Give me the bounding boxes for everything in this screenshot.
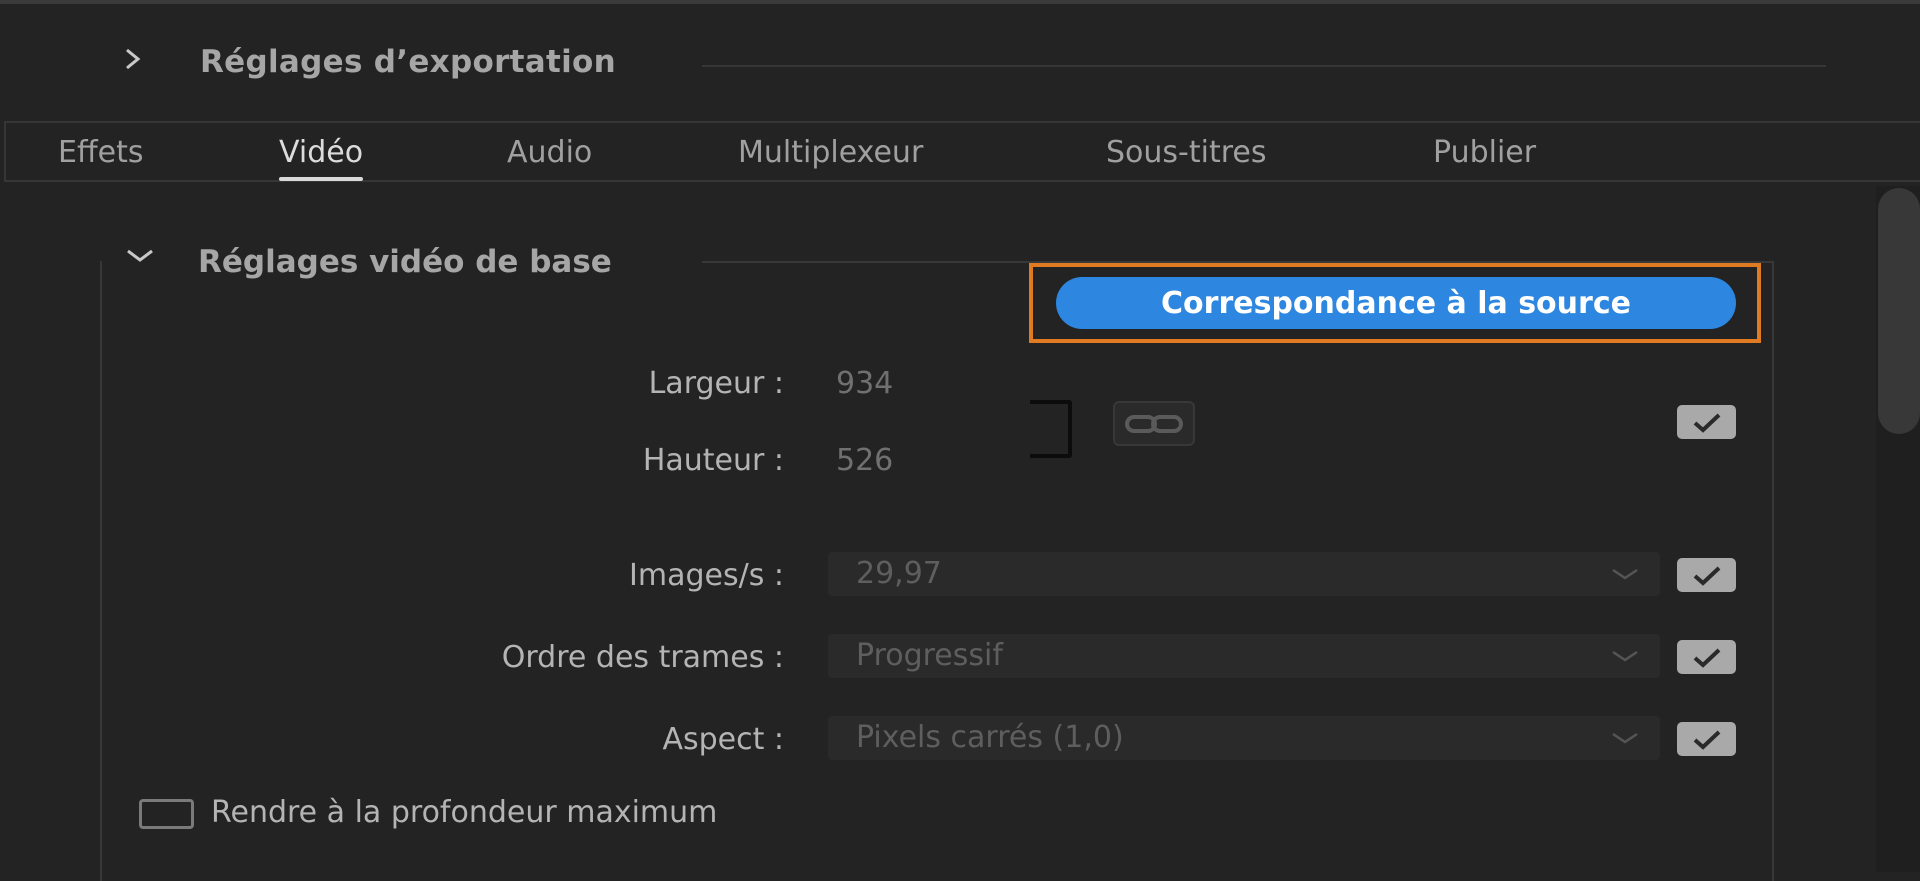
chevron-down-icon [1612, 732, 1638, 744]
width-label: Largeur : [648, 366, 784, 401]
checkmark-icon [1693, 730, 1720, 750]
width-value[interactable]: 934 [836, 366, 893, 401]
aspect-dropdown[interactable]: Pixels carrés (1,0) [828, 716, 1660, 760]
frame-rate-value: 29,97 [856, 556, 942, 591]
tab-video[interactable]: Vidéo [279, 135, 364, 181]
constrain-proportions-button[interactable] [1113, 401, 1195, 446]
field-order-label: Ordre des trames : [501, 640, 784, 675]
chevron-down-icon [1612, 650, 1638, 662]
tab-video-label: Vidéo [279, 135, 364, 170]
frame-rate-dropdown[interactable]: 29,97 [828, 552, 1660, 596]
aspect-label: Aspect : [662, 722, 784, 757]
tab-effets[interactable]: Effets [58, 135, 143, 170]
frame-rate-label: Images/s : [629, 558, 784, 593]
match-field-order-checkbox[interactable] [1677, 640, 1736, 674]
tab-sous-titres[interactable]: Sous-titres [1106, 135, 1267, 170]
chevron-down-icon[interactable] [124, 246, 156, 266]
aspect-value: Pixels carrés (1,0) [856, 720, 1124, 755]
checkmark-icon [1693, 413, 1720, 433]
active-tab-indicator [279, 177, 364, 181]
match-frame-rate-checkbox[interactable] [1677, 558, 1736, 592]
match-dimensions-checkbox[interactable] [1677, 405, 1736, 439]
match-aspect-checkbox[interactable] [1677, 722, 1736, 756]
tab-bar: Effets Vidéo Audio Multiplexeur Sous-tit… [4, 121, 1920, 182]
checkmark-icon [1693, 648, 1720, 668]
tab-publier[interactable]: Publier [1433, 135, 1536, 170]
export-settings-title: Réglages d’exportation [200, 44, 617, 80]
export-settings-header[interactable]: Réglages d’exportation [0, 30, 1920, 102]
height-value[interactable]: 526 [836, 443, 893, 478]
tab-multiplexeur[interactable]: Multiplexeur [738, 135, 923, 170]
max-depth-checkbox[interactable] [139, 799, 194, 829]
match-source-button[interactable]: Correspondance à la source [1056, 277, 1736, 329]
field-order-dropdown[interactable]: Progressif [828, 634, 1660, 678]
height-label: Hauteur : [642, 443, 784, 478]
dimension-link-bracket [1030, 400, 1072, 458]
section-divider [702, 65, 1826, 67]
chevron-right-icon[interactable] [122, 44, 144, 74]
link-icon [1125, 414, 1183, 433]
tab-audio[interactable]: Audio [507, 135, 592, 170]
checkmark-icon [1693, 566, 1720, 586]
max-depth-label: Rendre à la profondeur maximum [211, 795, 718, 830]
scrollbar-thumb[interactable] [1878, 188, 1920, 434]
basic-video-settings-title: Réglages vidéo de base [198, 244, 622, 280]
field-order-value: Progressif [856, 638, 1003, 673]
chevron-down-icon [1612, 568, 1638, 580]
top-divider [0, 0, 1920, 4]
